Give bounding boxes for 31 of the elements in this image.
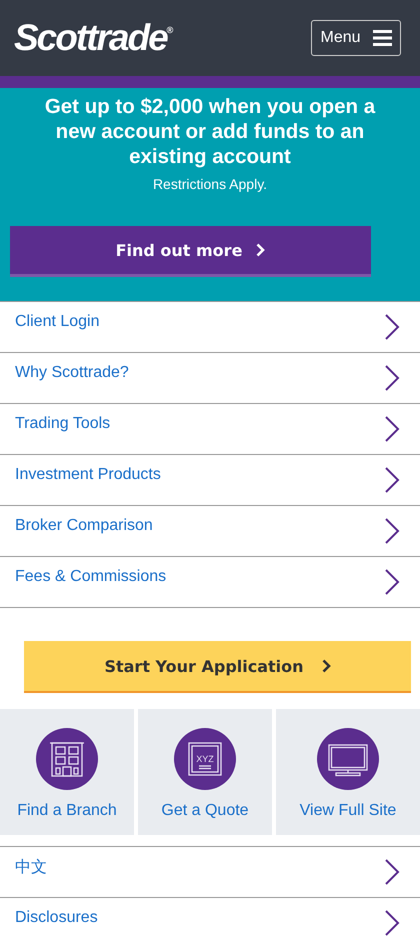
building-icon <box>36 728 98 790</box>
chevron-icon <box>384 364 400 392</box>
chevron-icon <box>256 243 266 257</box>
tile-link[interactable]: View Full Site <box>276 709 420 835</box>
tile-link[interactable]: XYZ Get a Quote <box>138 709 272 835</box>
nav-link[interactable]: Investment Products <box>0 455 420 506</box>
promo-headline: Get up to $2,000 when you open a new account or add funds to an existing account <box>44 94 376 169</box>
nav-link[interactable]: Fees & Commissions <box>0 557 420 608</box>
quote-icon: XYZ <box>174 728 236 790</box>
nav-link[interactable]: Why Scottrade? <box>0 353 420 404</box>
chevron-icon <box>384 858 400 886</box>
nav-link[interactable]: 中文 <box>0 846 420 898</box>
monitor-icon <box>317 728 379 790</box>
nav-link[interactable]: Trading Tools <box>0 404 420 455</box>
restrictions-note: Restrictions Apply. <box>152 176 268 192</box>
nav-link[interactable]: Broker Comparison <box>0 506 420 557</box>
chevron-icon <box>384 415 400 443</box>
chevron-icon <box>384 517 400 545</box>
chevron-icon <box>322 659 331 673</box>
chevron-icon <box>384 466 400 494</box>
nav-link[interactable]: Disclosures <box>0 898 420 944</box>
start-application-button[interactable]: Start Your Application <box>24 641 411 693</box>
logo[interactable]: Scottrade$^{®}$ <box>14 17 174 59</box>
nav-link[interactable]: Client Login <box>0 302 420 353</box>
tile-link[interactable]: Find a Branch <box>0 709 134 835</box>
chevron-icon <box>384 313 400 341</box>
menu-button[interactable]: Menu <box>311 20 401 56</box>
find-out-more-button[interactable]: Find out more <box>10 226 371 277</box>
chevron-icon <box>384 568 400 596</box>
chevron-icon <box>384 909 400 937</box>
menu-icon <box>372 30 392 46</box>
